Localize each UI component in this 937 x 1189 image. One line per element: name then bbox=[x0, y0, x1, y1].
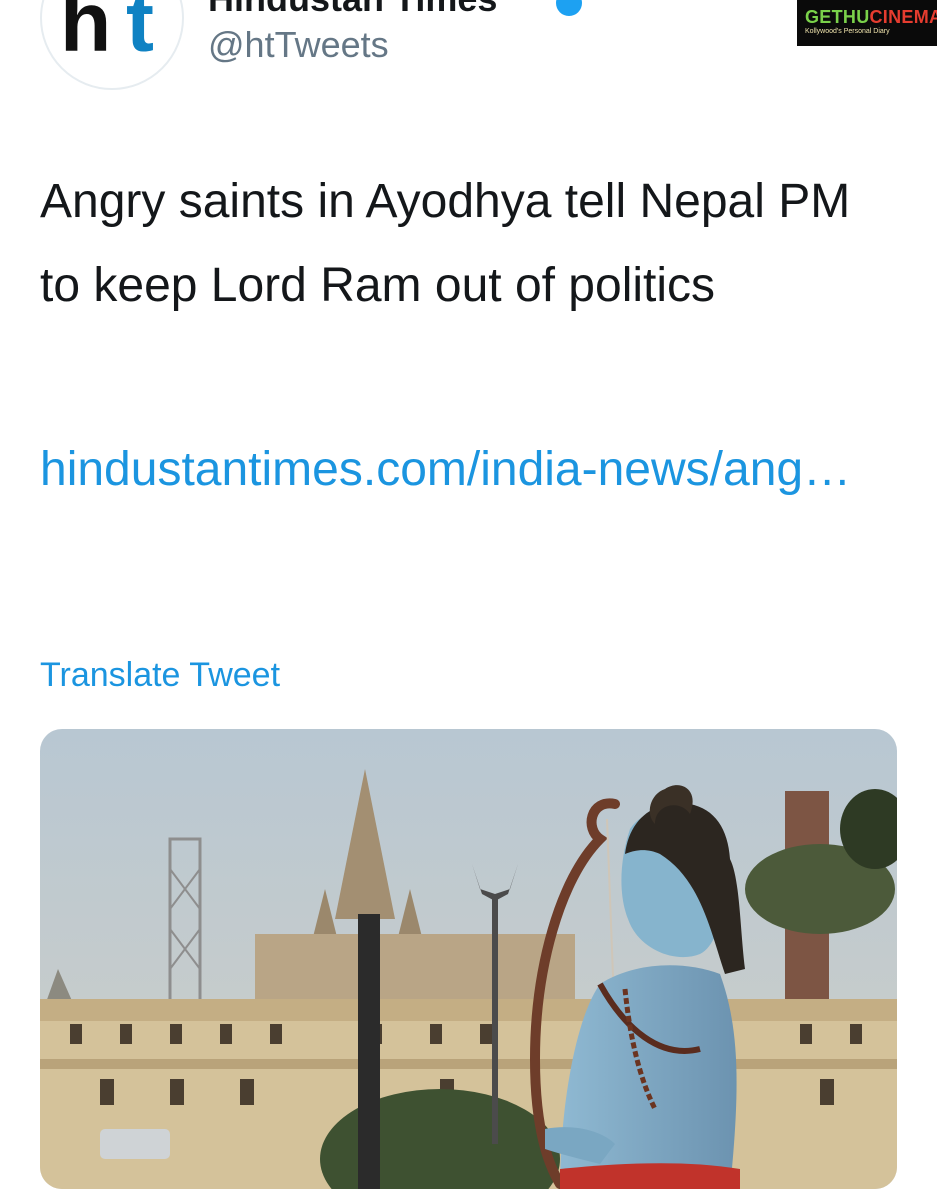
watermark-part1: GETHU bbox=[805, 7, 870, 27]
verified-badge-icon bbox=[556, 0, 582, 16]
avatar-letter-h: h bbox=[60, 0, 107, 64]
watermark-title: GETHUCINEMA bbox=[805, 6, 931, 28]
watermark-tagline: Kollywood's Personal Diary bbox=[805, 28, 931, 35]
tweet-link[interactable]: hindustantimes.com/india-news/ang… bbox=[40, 428, 900, 512]
tweet-media-photo[interactable] bbox=[40, 729, 897, 1189]
tweet-text: Angry saints in Ayodhya tell Nepal PM to… bbox=[40, 160, 900, 328]
photo-illustration bbox=[40, 729, 897, 1189]
author-handle[interactable]: @htTweets bbox=[208, 24, 389, 66]
watermark-part2: CINEMA bbox=[870, 7, 937, 27]
author-display-name[interactable]: Hindustan Times bbox=[208, 0, 497, 20]
watermark-logo: GETHUCINEMA Kollywood's Personal Diary bbox=[797, 0, 937, 46]
translate-tweet-link[interactable]: Translate Tweet bbox=[40, 656, 280, 695]
avatar[interactable]: h t bbox=[40, 0, 184, 90]
avatar-letter-t: t bbox=[126, 0, 154, 64]
